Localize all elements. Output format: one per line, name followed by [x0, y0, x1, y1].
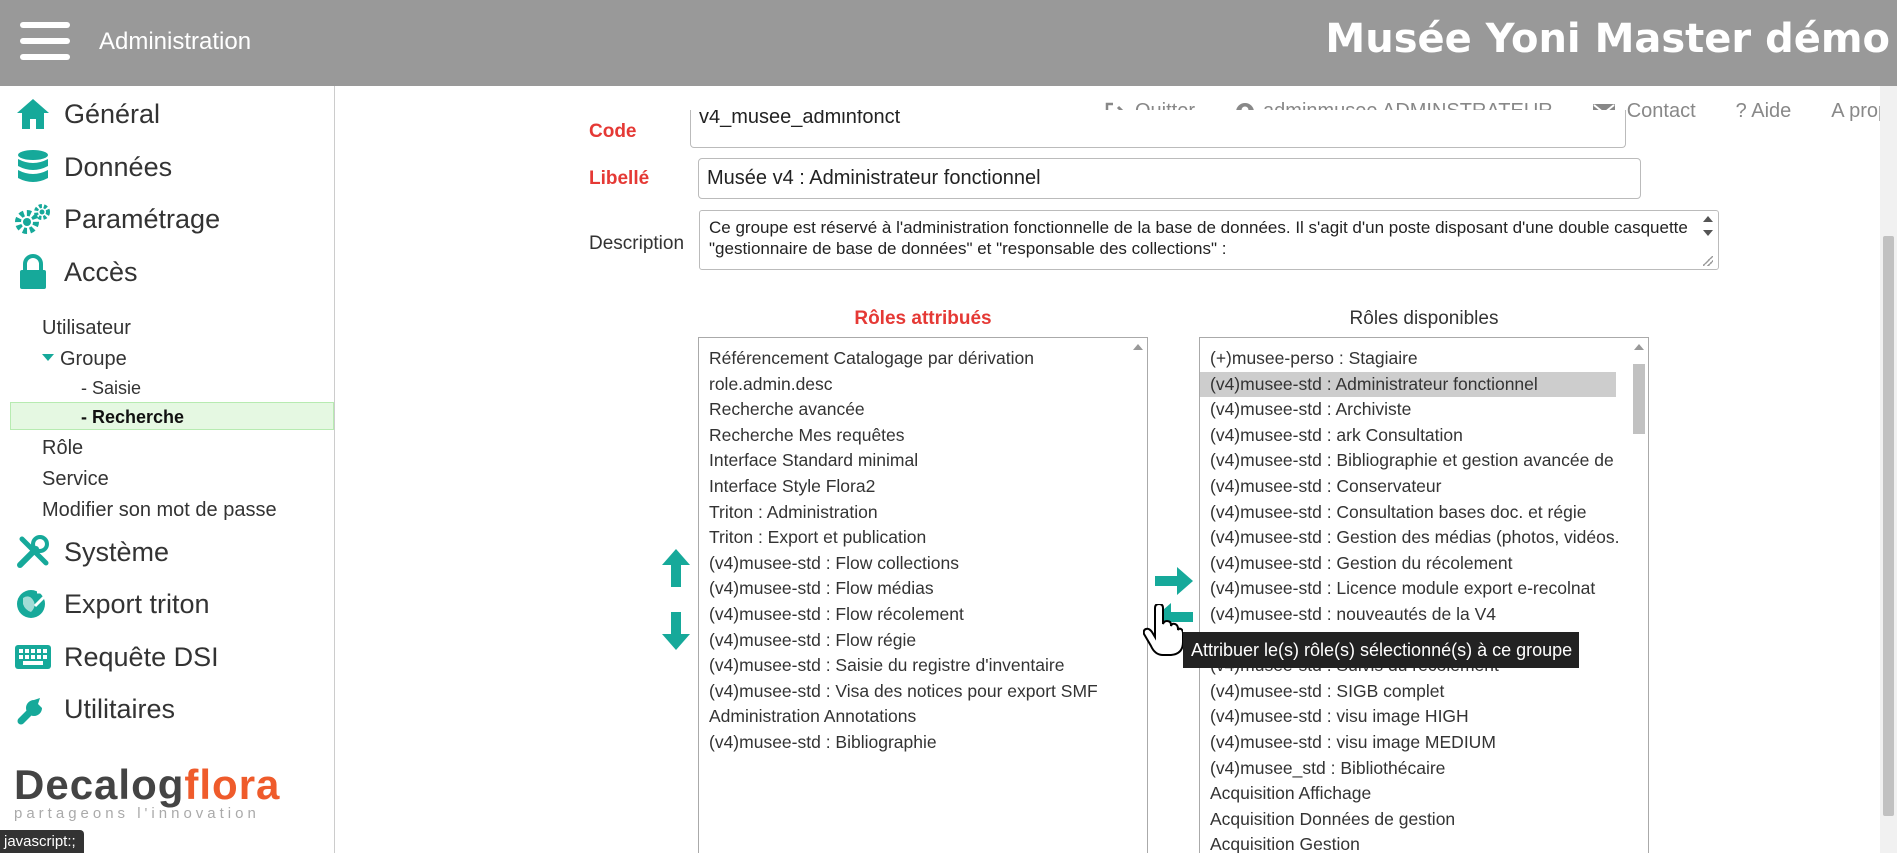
gears-icon [14, 200, 52, 238]
top-bar: Administration Musée Yoni Master démo [0, 0, 1897, 86]
list-item[interactable]: (v4)musee-std : Gestion des médias (phot… [1200, 525, 1648, 551]
sidebar-item-acces[interactable]: Accès [14, 252, 138, 292]
wrench-icon [14, 690, 52, 728]
available-roles-list[interactable]: (+)musee-perso : Stagiaire (v4)musee-std … [1199, 337, 1649, 853]
arrow-right-icon [1155, 567, 1193, 595]
list-item[interactable]: (+)musee-perso : Stagiaire [1200, 346, 1648, 372]
list-item[interactable]: Interface Standard minimal [699, 448, 1147, 474]
move-down-button[interactable] [662, 612, 690, 655]
list-item[interactable]: Acquisition Données de gestion [1200, 807, 1648, 833]
database-icon [14, 148, 52, 186]
arrow-down-icon [662, 612, 690, 650]
list-item[interactable]: (v4)musee-std : nouveautés de la V4 [1200, 602, 1648, 628]
list-item[interactable]: role.admin.desc [699, 372, 1147, 398]
available-roles-items: (+)musee-perso : Stagiaire (v4)musee-std … [1200, 338, 1648, 853]
list-item[interactable]: (v4)musee-std : Flow régie [699, 628, 1147, 654]
arrow-up-icon [662, 549, 690, 587]
assigned-roles-title: Rôles attribués [854, 308, 992, 329]
sidebar-item-utilisateur[interactable]: Utilisateur [42, 317, 131, 340]
help-link[interactable]: ? Aide [1736, 100, 1792, 123]
available-roles-scrollbar[interactable] [1630, 338, 1648, 853]
sidebar: Général Données Paramétrage Accès Utilis… [0, 86, 335, 853]
list-item[interactable]: Recherche Mes requêtes [699, 423, 1147, 449]
sidebar-item-groupe[interactable]: Groupe [42, 348, 127, 371]
list-item[interactable]: (v4)musee-std : SIGB complet [1200, 679, 1648, 705]
list-item[interactable]: (v4)musee-std : Flow récolement [699, 602, 1147, 628]
list-item[interactable]: (v4)musee-std : Archiviste [1200, 397, 1648, 423]
sidebar-item-general[interactable]: Général [14, 94, 160, 134]
list-item[interactable]: Recherche avancée [699, 397, 1147, 423]
list-item[interactable]: Administration Annotations [699, 704, 1147, 730]
sidebar-item-role[interactable]: Rôle [42, 437, 83, 460]
list-item[interactable]: (v4)musee-std : Bibliographie et gestion… [1200, 448, 1648, 474]
sidebar-item-systeme[interactable]: Système [14, 532, 169, 572]
list-item[interactable]: (v4)musee_std : Bibliothécaire [1200, 756, 1648, 782]
list-item[interactable]: (v4)musee-std : visu image HIGH [1200, 704, 1648, 730]
status-bar-link-preview: javascript:; [0, 830, 84, 853]
lock-icon [14, 253, 52, 291]
assigned-roles-scrollbar[interactable] [1129, 338, 1147, 853]
sidebar-item-password[interactable]: Modifier son mot de passe [42, 499, 277, 522]
sidebar-item-service[interactable]: Service [42, 468, 109, 491]
home-icon [14, 95, 52, 133]
list-item[interactable]: Interface Style Flora2 [699, 474, 1147, 500]
list-item[interactable]: Acquisition Gestion [1200, 832, 1648, 853]
menu-icon[interactable] [20, 22, 70, 60]
list-item[interactable]: Acquisition Affichage [1200, 781, 1648, 807]
move-up-button[interactable] [662, 549, 690, 592]
decalog-flora-logo: Decalogflora partageons l'innovation [14, 761, 281, 822]
list-item[interactable]: Triton : Export et publication [699, 525, 1147, 551]
sidebar-item-recherche[interactable]: - Recherche [81, 407, 184, 428]
list-item[interactable]: (v4)musee-std : Saisie du registre d'inv… [699, 653, 1147, 679]
available-roles-title: Rôles disponibles [1349, 308, 1499, 329]
list-item[interactable]: (v4)musee-std : Conservateur [1200, 474, 1648, 500]
keyboard-icon [14, 638, 52, 676]
libelle-input[interactable]: Musée v4 : Administrateur fonctionnel [698, 158, 1641, 199]
sidebar-item-utilitaires[interactable]: Utilitaires [14, 689, 175, 729]
page-scrollbar[interactable] [1880, 86, 1897, 853]
assigned-roles-list[interactable]: Référencement Catalogage par dérivation r… [698, 337, 1148, 853]
globe-export-icon [14, 585, 52, 623]
hand-cursor-icon [1142, 602, 1184, 661]
description-label: Description [589, 233, 685, 254]
section-title: Administration [99, 28, 252, 55]
list-item[interactable]: (v4)musee-std : ark Consultation [1200, 423, 1648, 449]
sidebar-item-export-triton[interactable]: Export triton [14, 584, 210, 624]
list-item[interactable]: Triton : Administration [699, 500, 1147, 526]
list-item[interactable]: (v4)musee-std : Consultation bases doc. … [1200, 500, 1648, 526]
site-title: Musée Yoni Master démo [1325, 16, 1890, 62]
caret-down-icon [42, 354, 54, 362]
textarea-scrollbar[interactable] [1701, 214, 1715, 266]
sidebar-item-saisie[interactable]: - Saisie [81, 378, 141, 399]
assigned-roles-items: Référencement Catalogage par dérivation r… [699, 338, 1147, 756]
list-item[interactable]: (v4)musee-std : Licence module export e-… [1200, 576, 1648, 602]
assign-role-button[interactable] [1155, 567, 1193, 600]
sidebar-item-requete-dsi[interactable]: Requête DSI [14, 637, 219, 677]
list-item[interactable]: Référencement Catalogage par dérivation [699, 346, 1147, 372]
list-item[interactable]: (v4)musee-std : Flow médias [699, 576, 1147, 602]
list-item[interactable]: (v4)musee-std : Visa des notices pour ex… [699, 679, 1147, 705]
list-item[interactable]: (v4)musee-std : Flow collections [699, 551, 1147, 577]
tools-icon [14, 533, 52, 571]
list-item[interactable]: (v4)musee-std : Gestion du récolement [1200, 551, 1648, 577]
sidebar-item-donnees[interactable]: Données [14, 147, 172, 187]
code-input[interactable]: v4_musee_adminfonct [690, 110, 1626, 148]
code-label: Code [589, 121, 637, 139]
libelle-label: Libellé [589, 168, 650, 189]
assign-tooltip: Attribuer le(s) rôle(s) sélectionné(s) à… [1183, 632, 1579, 668]
description-textarea[interactable]: Ce groupe est réservé à l'administration… [699, 210, 1719, 270]
list-item[interactable]: (v4)musee-std : Administrateur fonctionn… [1200, 371, 1616, 398]
sidebar-item-parametrage[interactable]: Paramétrage [14, 199, 220, 239]
list-item[interactable]: (v4)musee-std : Bibliographie [699, 730, 1147, 756]
list-item[interactable]: (v4)musee-std : visu image MEDIUM [1200, 730, 1648, 756]
